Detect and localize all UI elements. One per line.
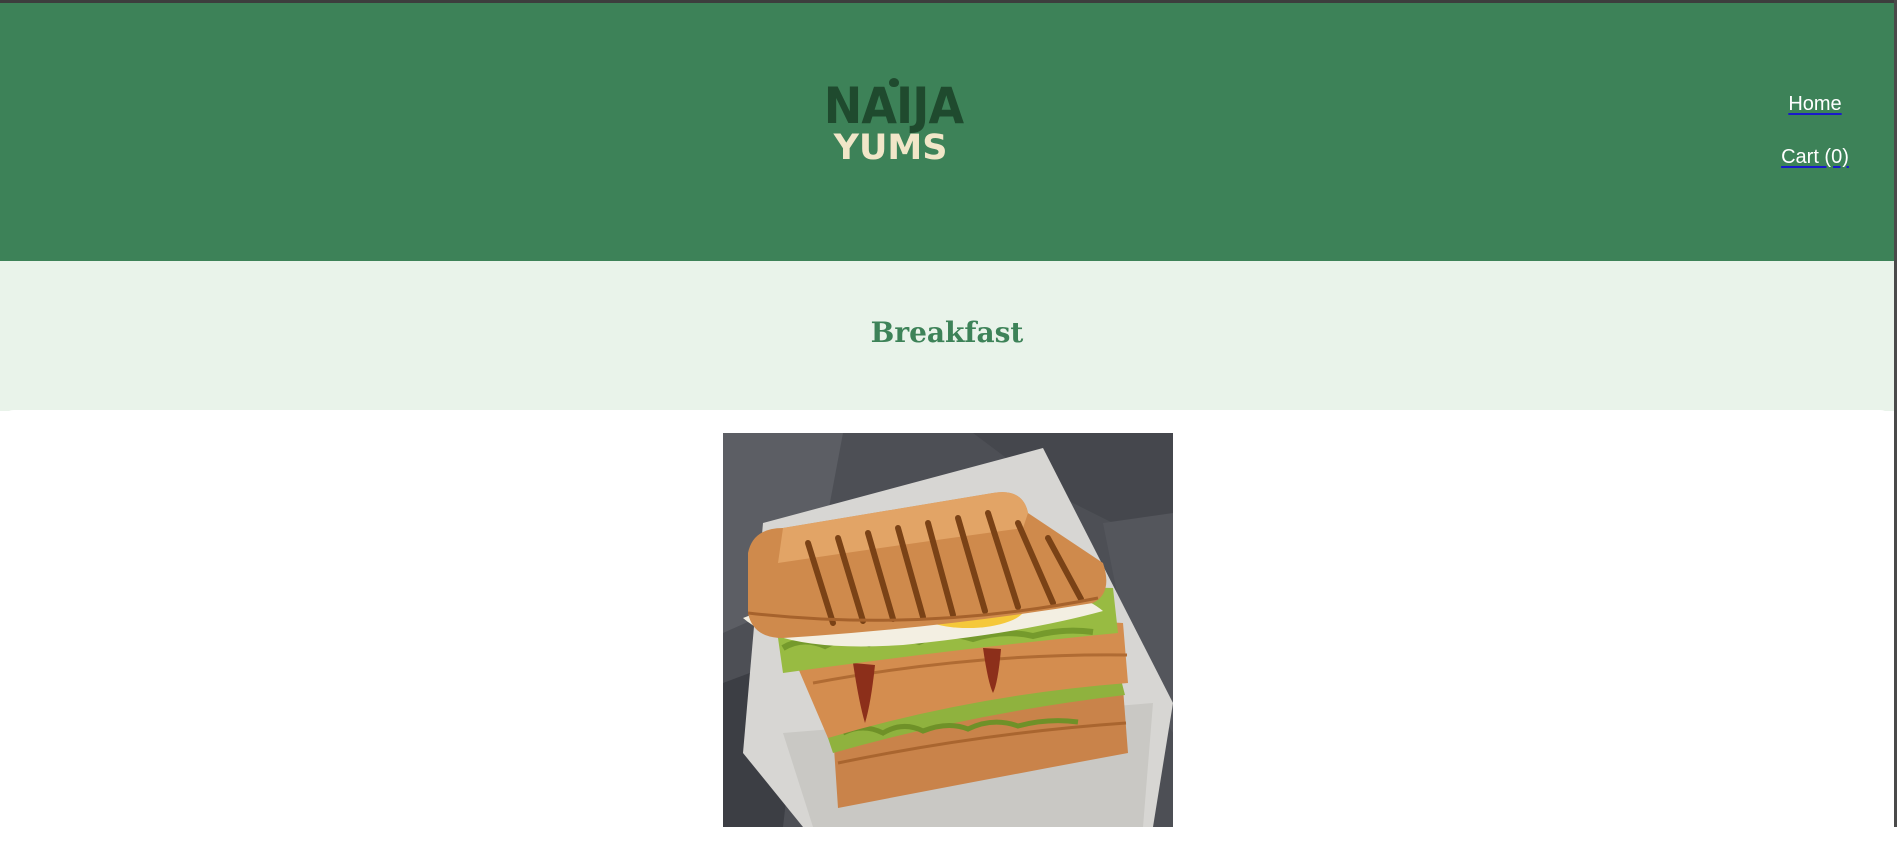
site-header: NAIJA YUMS Home Cart (0) bbox=[0, 3, 1894, 261]
main-nav: Home Cart (0) bbox=[1760, 91, 1870, 197]
logo-text-top: NAIJA bbox=[823, 77, 964, 135]
grilled-sandwich-image[interactable] bbox=[723, 433, 1173, 827]
nav-home-link[interactable]: Home bbox=[1760, 91, 1870, 117]
nav-cart-link[interactable]: Cart (0) bbox=[1760, 144, 1870, 170]
logo-text-bottom: YUMS bbox=[833, 128, 948, 168]
category-title: Breakfast bbox=[870, 316, 1024, 349]
site-logo[interactable]: NAIJA YUMS bbox=[818, 77, 964, 173]
